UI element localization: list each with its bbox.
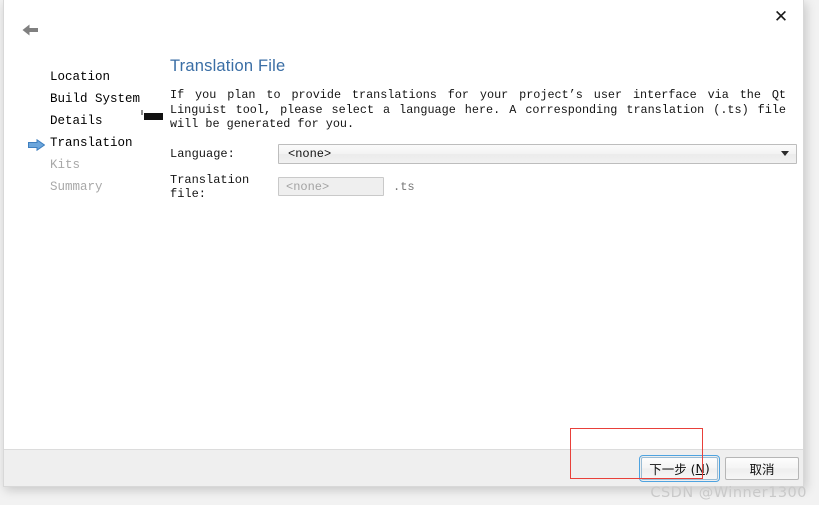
next-button[interactable]: 下一步 (N) [639,455,720,482]
next-button-label: 下一步 ( [649,462,696,477]
sidebar-item-details[interactable]: Details [28,110,148,132]
sidebar-item-kits[interactable]: Kits [28,154,148,176]
translation-file-label: Translation file: [170,172,250,201]
sidebar-item-label: Summary [50,180,103,194]
sidebar-item-translation[interactable]: Translation [28,132,148,154]
translation-file-suffix: .ts [393,179,415,194]
translation-file-input: <none> [278,177,384,196]
sidebar-item-label: Kits [50,158,81,172]
back-arrow-icon[interactable] [20,22,46,38]
sidebar-item-summary[interactable]: Summary [28,176,148,198]
splitter-handle[interactable] [144,113,163,120]
chevron-down-icon [774,145,796,163]
sidebar-item-label: Details [50,114,103,128]
page-title: Translation File [170,57,286,75]
next-button-mnemonic: N [695,461,705,476]
current-step-arrow-icon [28,137,46,152]
language-label: Language: [170,146,235,161]
cancel-button-label: 取消 [749,462,775,477]
close-icon[interactable]: ✕ [765,2,797,32]
dialog-titlebar: ✕ [4,0,803,46]
watermark-text: CSDN @Winner1300 [650,485,807,501]
cancel-button[interactable]: 取消 [725,457,799,480]
translation-file-placeholder: <none> [286,179,330,194]
page-description: If you plan to provide translations for … [170,88,786,131]
splitter-handle-dot [141,110,143,115]
sidebar-item-label: Build System [50,92,141,106]
language-select[interactable]: <none> [278,143,797,164]
wizard-step-list: Location Build System Details Translatio… [28,66,148,198]
sidebar-item-label: Location [50,70,111,84]
language-select-value: <none> [288,146,332,161]
sidebar-item-location[interactable]: Location [28,66,148,88]
wizard-page-content: Translation File If you plan to provide … [170,56,797,210]
project-wizard-dialog: ✕ Location Build System Details Translat… [3,0,804,487]
next-button-label-end: ) [704,461,710,476]
dialog-footer: 下一步 (N) 取消 [4,449,803,486]
sidebar-item-label: Translation [50,136,133,150]
translation-file-row: Translation file: <none> .ts [170,173,797,201]
sidebar-item-build-system[interactable]: Build System [28,88,148,110]
language-row: Language: <none> [170,143,797,164]
